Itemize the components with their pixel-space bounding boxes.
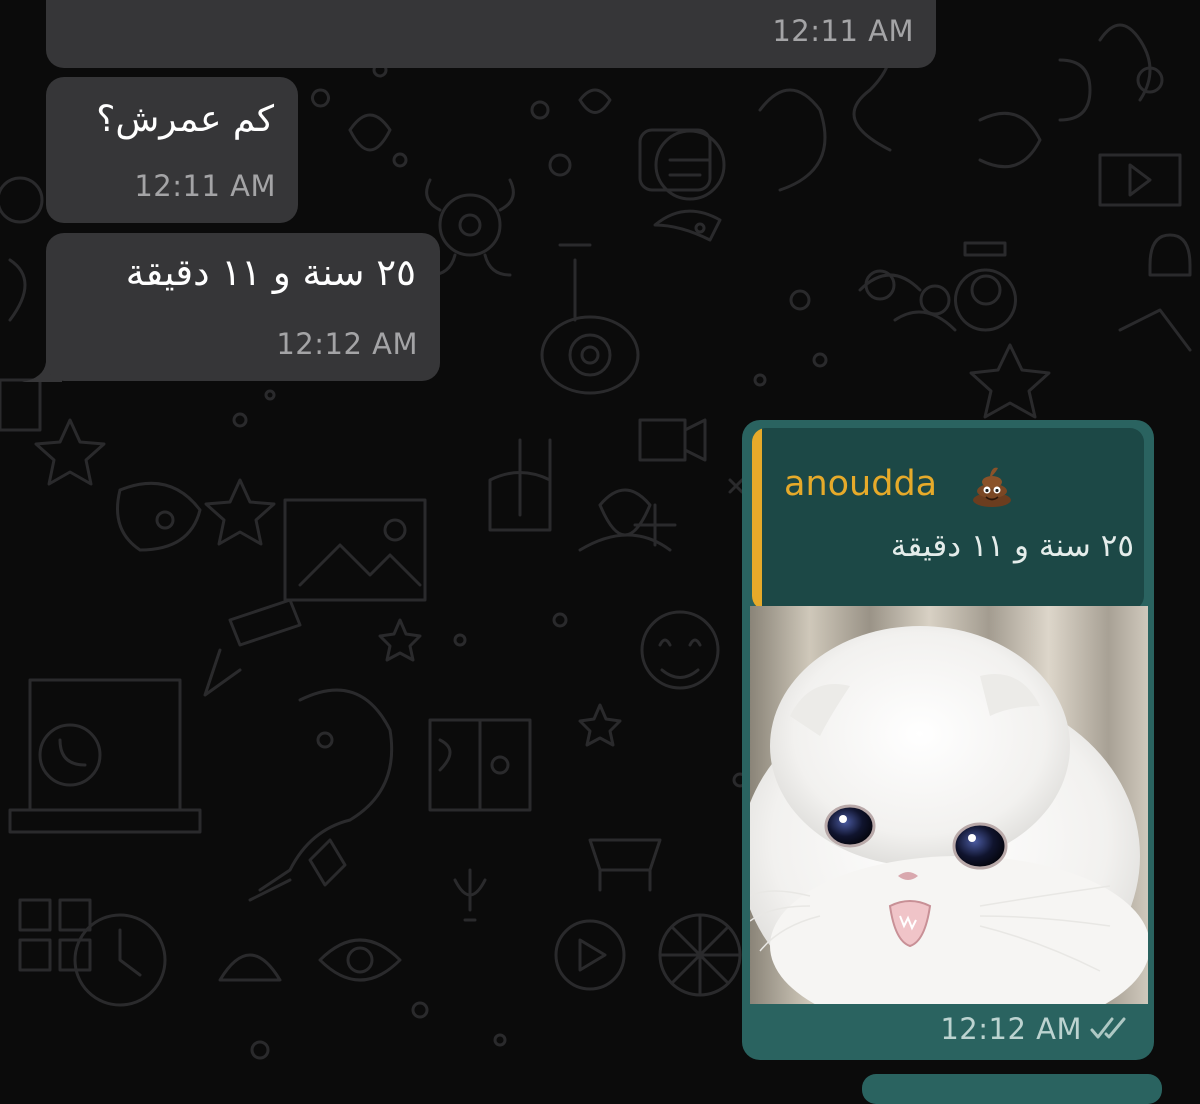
message-bubble-outgoing-partial[interactable] (862, 1074, 1162, 1104)
message-bubble-incoming[interactable]: كم عمرش؟ 12:11 AM (46, 77, 298, 223)
message-timestamp: 12:11 AM (772, 14, 914, 48)
message-timestamp: 12:12 AM (940, 1012, 1082, 1046)
read-double-check-icon (1090, 1017, 1126, 1039)
quote-accent-bar (752, 428, 762, 610)
quoted-message[interactable]: anoudda ٢٥ سنة و ١١ دقيقة (752, 428, 1144, 610)
quoted-message-text: ٢٥ سنة و ١١ دقيقة (890, 528, 1134, 564)
pile-of-poo-icon (973, 467, 1011, 507)
message-timestamp: 12:11 AM (134, 169, 276, 203)
crying-cat-image[interactable] (750, 606, 1148, 1004)
message-bubble-incoming[interactable]: 12:11 AM (46, 0, 936, 68)
message-text: كم عمرش؟ (96, 99, 274, 140)
message-bubble-incoming[interactable]: ٢٥ سنة و ١١ دقيقة 12:12 AM (46, 233, 440, 381)
message-bubble-outgoing[interactable]: anoudda ٢٥ سنة و ١١ دقيقة 12:12 AM (742, 420, 1154, 1060)
message-text: ٢٥ سنة و ١١ دقيقة (125, 251, 416, 294)
message-timestamp: 12:12 AM (276, 327, 418, 361)
quoted-author-name: anoudda (784, 464, 938, 504)
